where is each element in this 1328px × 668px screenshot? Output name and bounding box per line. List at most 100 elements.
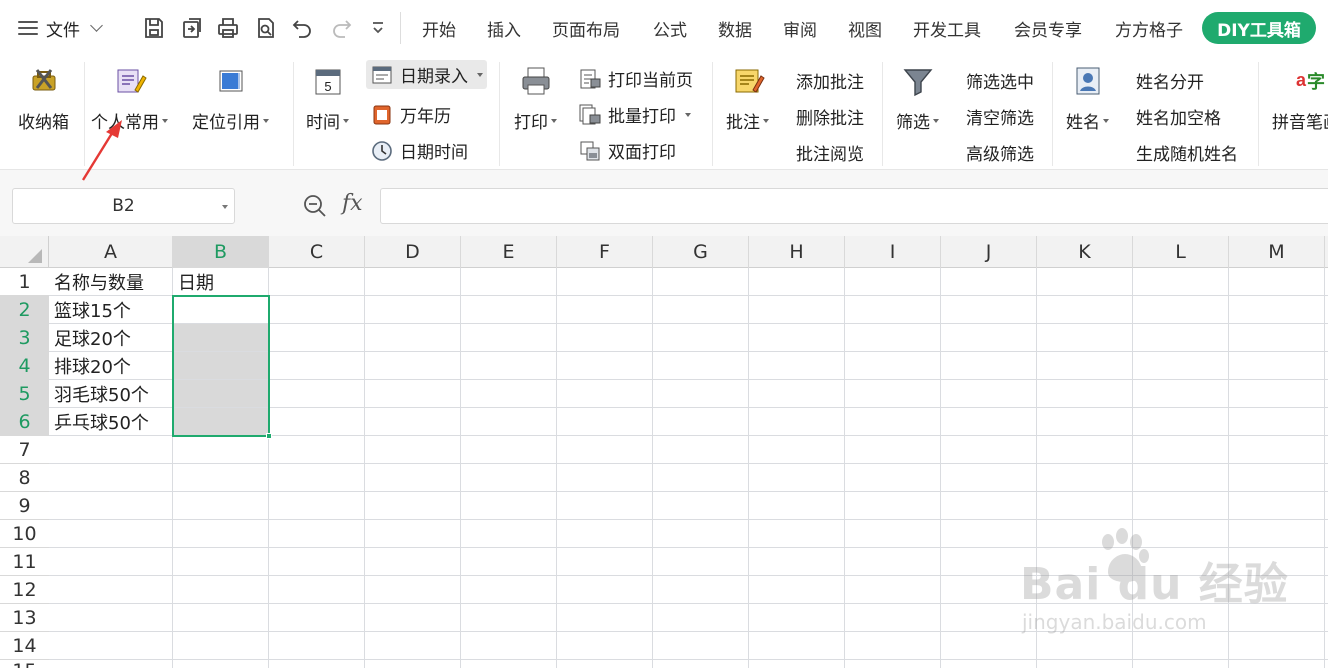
tab-member[interactable]: 会员专享 (1014, 16, 1082, 41)
cell-a1[interactable]: 名称与数量 (49, 268, 144, 296)
select-all-corner[interactable] (0, 236, 49, 268)
date-time-button[interactable]: 日期时间 (370, 138, 468, 163)
row-header-10[interactable]: 10 (0, 520, 49, 548)
column-header-b[interactable]: B (173, 236, 269, 268)
duplex-print-button[interactable]: 双面打印 (578, 138, 676, 163)
fill-handle[interactable] (266, 433, 272, 439)
column-header-i[interactable]: I (845, 236, 941, 268)
print-icon[interactable] (214, 14, 242, 42)
print-current-page-button[interactable]: 打印当前页 (578, 66, 693, 91)
redo-icon[interactable] (328, 14, 356, 42)
cell-a4[interactable]: 排球20个 (49, 352, 131, 380)
tab-review[interactable]: 审阅 (783, 16, 817, 41)
tab-diy-toolbox[interactable]: DIY工具箱 (1202, 12, 1316, 44)
row-header-1[interactable]: 1 (0, 268, 49, 296)
column-header-j[interactable]: J (941, 236, 1037, 268)
row-header-7[interactable]: 7 (0, 436, 49, 464)
cell-a6[interactable]: 乒乓球50个 (49, 408, 149, 436)
duplex-print-label: 双面打印 (608, 143, 676, 163)
file-menu-button[interactable]: 文件 (18, 12, 103, 44)
print-preview-icon[interactable] (252, 14, 280, 42)
column-header-g[interactable]: G (653, 236, 749, 268)
row-header-4[interactable]: 4 (0, 352, 49, 380)
name-add-space-button[interactable]: 姓名加空格 (1136, 104, 1221, 129)
filter-button[interactable]: 筛选 (896, 64, 939, 133)
date-entry-button[interactable]: 日期录入 (366, 60, 487, 89)
tab-data[interactable]: 数据 (718, 16, 752, 41)
tab-developer[interactable]: 开发工具 (913, 16, 981, 41)
svg-text:5: 5 (324, 79, 331, 94)
tab-home[interactable]: 开始 (422, 16, 456, 41)
toolbox-icon (32, 69, 55, 91)
row-header-12[interactable]: 12 (0, 576, 49, 604)
row-header-13[interactable]: 13 (0, 604, 49, 632)
row-header-11[interactable]: 11 (0, 548, 49, 576)
tab-fangfang[interactable]: 方方格子 (1115, 16, 1183, 41)
select-all-icon (28, 249, 42, 263)
column-header-l[interactable]: L (1133, 236, 1229, 268)
cell-a5[interactable]: 羽毛球50个 (49, 380, 149, 408)
column-header-m[interactable]: M (1229, 236, 1325, 268)
date-entry-label: 日期录入 (400, 67, 468, 87)
menu-bar: 文件 开始 插入 页面布局 公式 数据 审阅 视图 开发工具 会员专享 方方格子… (0, 0, 1328, 56)
ribbon-divider (1258, 62, 1259, 166)
name-box[interactable]: B2 (12, 188, 235, 224)
function-icon[interactable]: fx (342, 191, 363, 216)
customize-icon[interactable] (364, 14, 392, 42)
column-header-k[interactable]: K (1037, 236, 1133, 268)
row-header-14[interactable]: 14 (0, 632, 49, 660)
dropdown-caret-icon[interactable] (222, 205, 228, 209)
zoom-out-icon[interactable] (302, 193, 328, 219)
pinyin-stroke-button[interactable]: a 字 拼音笔画 (1272, 64, 1328, 133)
filter-selected-button[interactable]: 筛选选中 (966, 68, 1034, 93)
clear-filter-button[interactable]: 清空筛选 (966, 104, 1034, 129)
row-header-3[interactable]: 3 (0, 324, 49, 352)
dropdown-caret-icon (685, 112, 691, 117)
time-label: 时间 (306, 113, 340, 133)
row-header-9[interactable]: 9 (0, 492, 49, 520)
gridline (940, 268, 941, 668)
column-header-a[interactable]: A (49, 236, 173, 268)
locate-reference-button[interactable]: 定位引用 (192, 64, 269, 133)
row-header-6[interactable]: 6 (0, 408, 49, 436)
comment-button[interactable]: 批注 (726, 64, 769, 133)
delete-comment-button[interactable]: 删除批注 (796, 104, 864, 129)
batch-print-button[interactable]: 批量打印 (578, 102, 691, 127)
cell-a3[interactable]: 足球20个 (49, 324, 131, 352)
formula-input[interactable] (380, 188, 1328, 224)
column-header-f[interactable]: F (557, 236, 653, 268)
column-header-e[interactable]: E (461, 236, 557, 268)
row-header-5[interactable]: 5 (0, 380, 49, 408)
row-header-15[interactable]: 15 (0, 660, 49, 668)
review-comment-button[interactable]: 批注阅览 (796, 140, 864, 165)
name-button[interactable]: 姓名 (1066, 64, 1109, 133)
advanced-filter-button[interactable]: 高级筛选 (966, 140, 1034, 165)
add-comment-button[interactable]: 添加批注 (796, 68, 864, 93)
random-name-button[interactable]: 生成随机姓名 (1136, 140, 1238, 165)
toolbox-button[interactable]: 收纳箱 (18, 64, 69, 133)
save-icon[interactable] (140, 14, 168, 42)
perpetual-calendar-button[interactable]: 万年历 (370, 102, 451, 127)
row-header-8[interactable]: 8 (0, 464, 49, 492)
export-icon[interactable] (178, 14, 206, 42)
tab-view[interactable]: 视图 (848, 16, 882, 41)
time-button[interactable]: 5 时间 (306, 64, 349, 133)
row-header-2[interactable]: 2 (0, 296, 49, 324)
print-button[interactable]: 打印 (514, 64, 557, 133)
column-header-c[interactable]: C (269, 236, 365, 268)
cell-b1[interactable]: 日期 (173, 268, 214, 296)
column-header-d[interactable]: D (365, 236, 461, 268)
dropdown-caret-icon (551, 118, 557, 123)
dropdown-caret-icon (343, 118, 349, 123)
personal-favorites-icon (117, 69, 147, 93)
cell-a2[interactable]: 篮球15个 (49, 296, 131, 324)
tab-formulas[interactable]: 公式 (653, 16, 687, 41)
gridline (556, 268, 557, 668)
calendar-icon: 5 (315, 69, 340, 95)
dropdown-caret-icon (1103, 118, 1109, 123)
split-name-button[interactable]: 姓名分开 (1136, 68, 1204, 93)
undo-icon[interactable] (288, 14, 316, 42)
tab-insert[interactable]: 插入 (487, 16, 521, 41)
column-header-h[interactable]: H (749, 236, 845, 268)
tab-page-layout[interactable]: 页面布局 (552, 16, 620, 41)
